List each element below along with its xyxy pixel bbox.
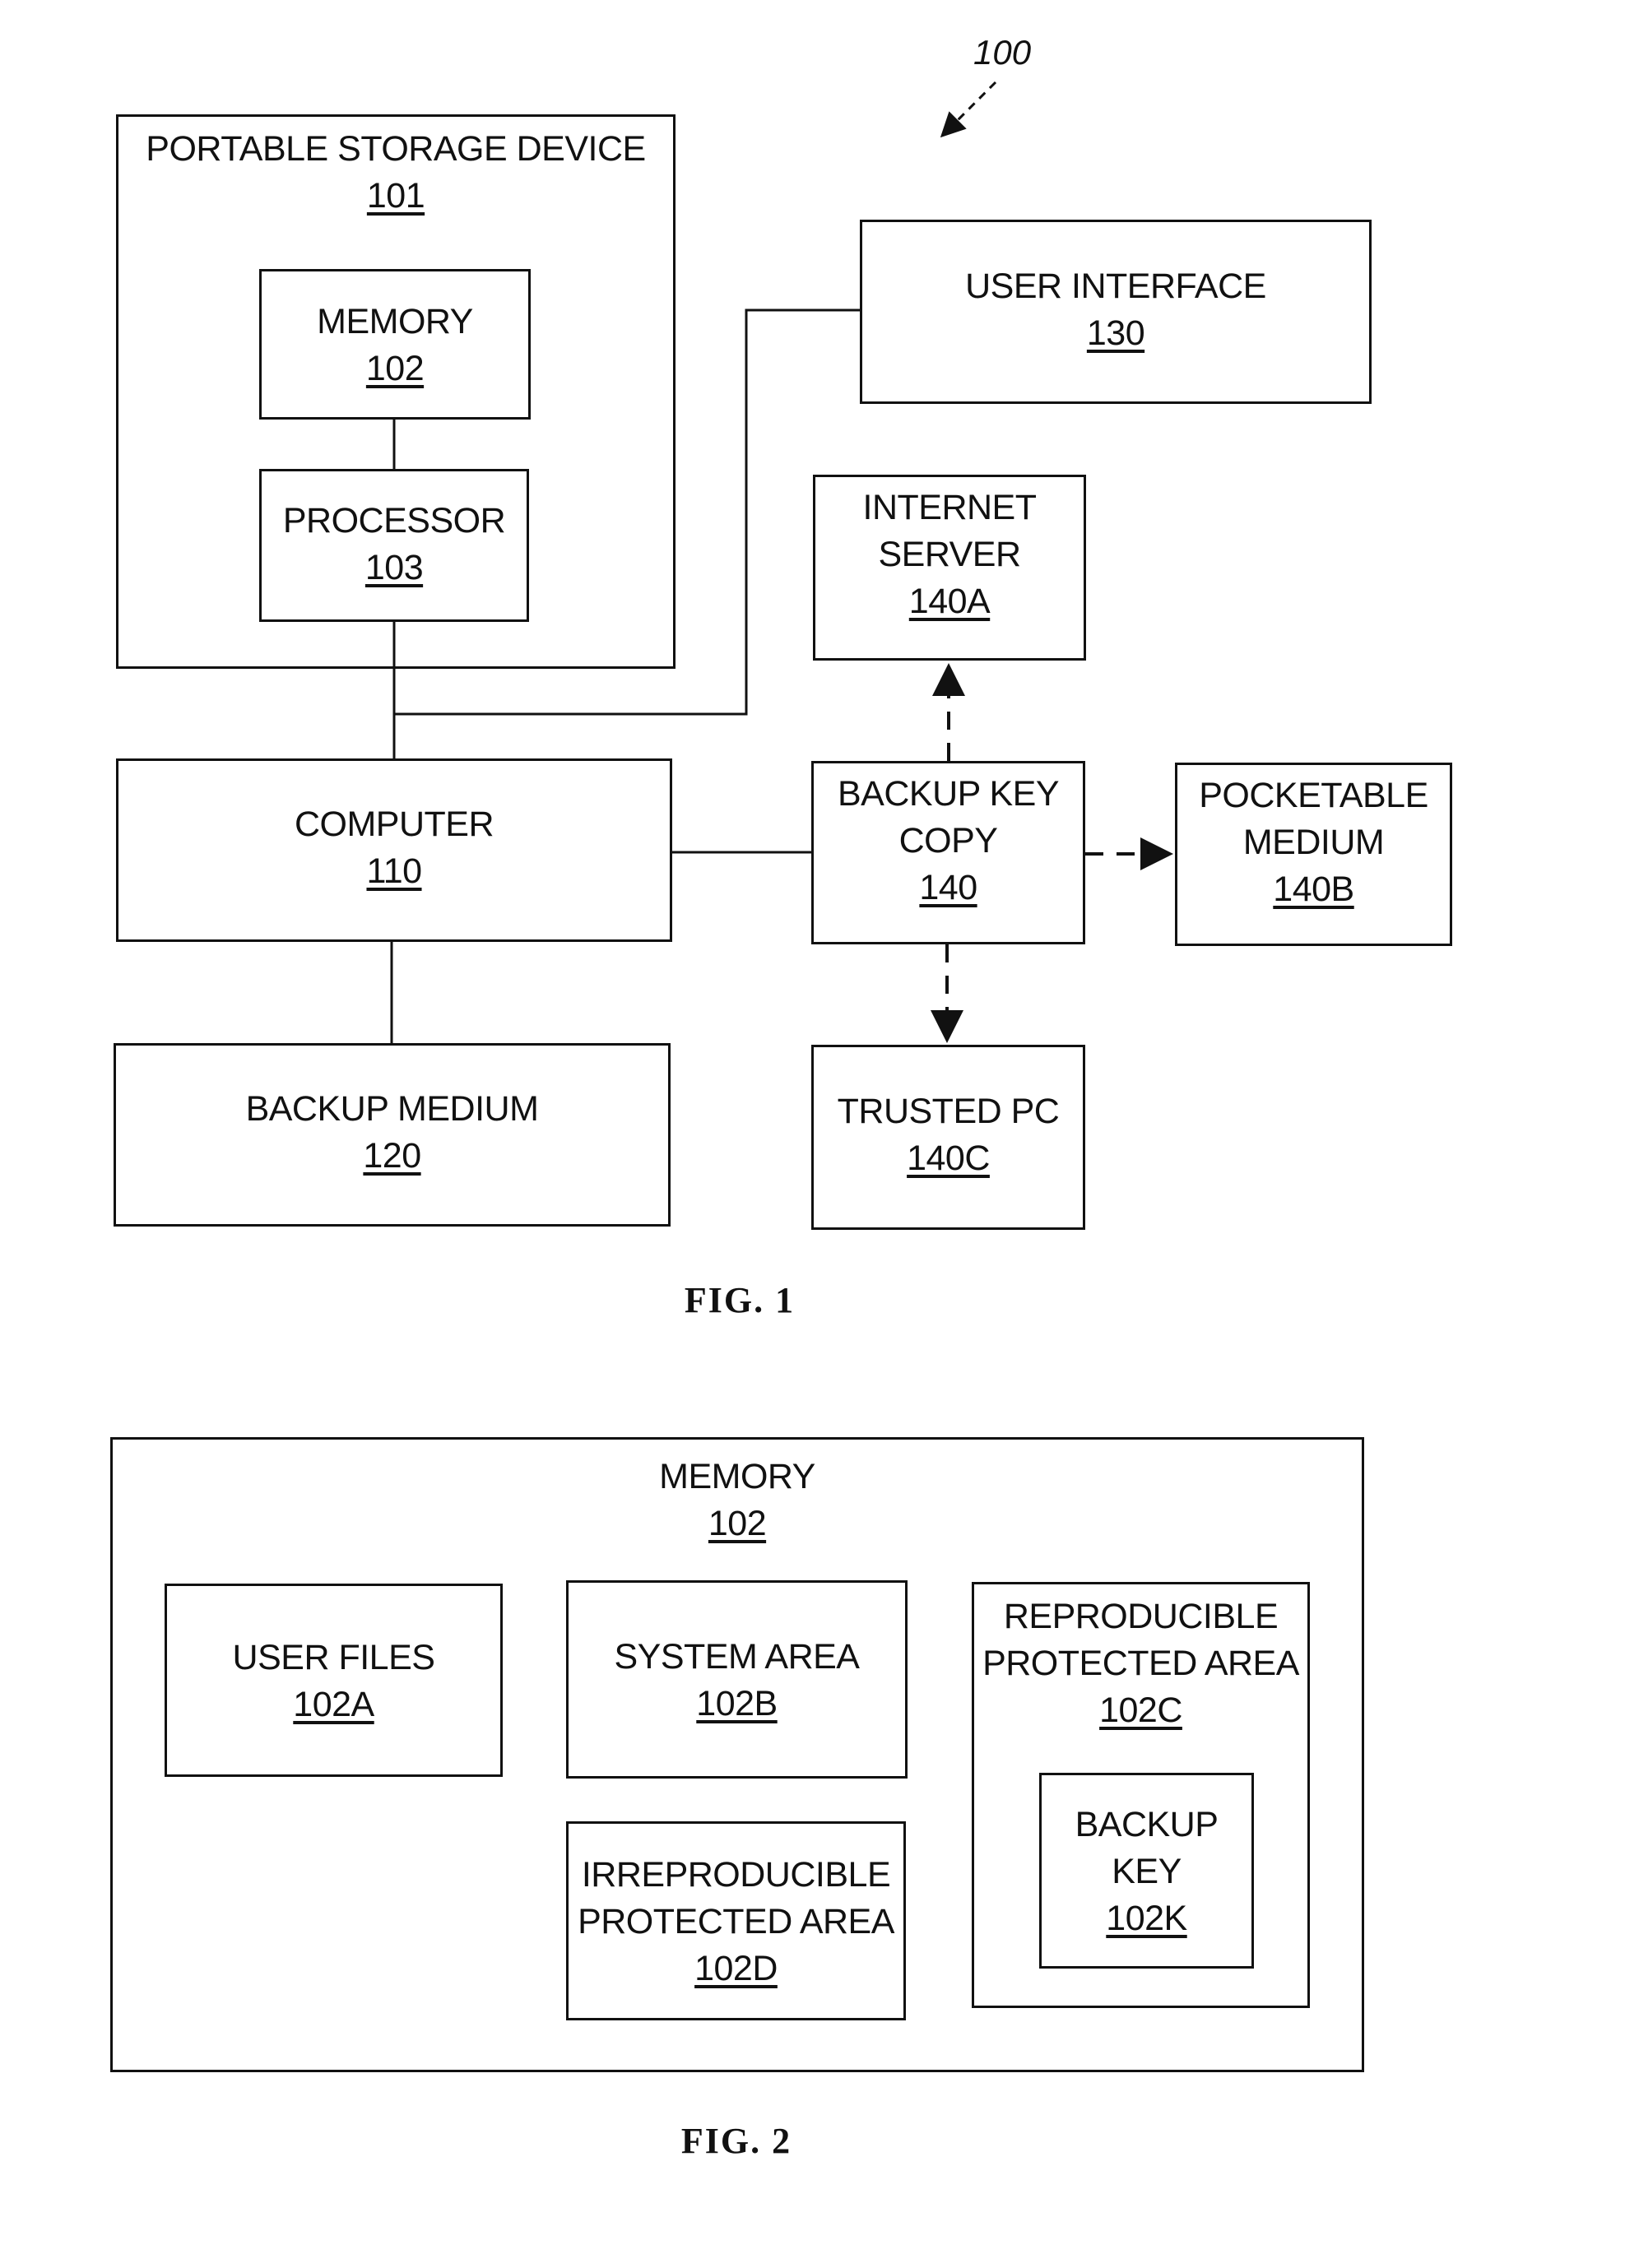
trusted-pc-box: TRUSTED PC 140C [811,1045,1085,1230]
user-interface-ref: 130 [1086,313,1145,353]
pocketable-medium-box: POCKETABLE MEDIUM 140B [1175,763,1452,946]
memory-label: MEMORY [317,302,473,341]
backup-key-copy-label-1: BACKUP KEY [837,774,1060,814]
ref-100-leader [940,81,997,138]
figure-2-caption: FIG. 2 [680,2121,792,2161]
trusted-pc-ref: 140C [907,1139,990,1178]
irreproducible-protected-area-box: IRREPRODUCIBLE PROTECTED AREA 102D [566,1821,906,2020]
memory-outer-ref: 102 [708,1504,767,1543]
user-files-ref: 102A [293,1685,374,1724]
user-interface-label: USER INTERFACE [965,267,1266,306]
user-interface-box: USER INTERFACE 130 [860,220,1372,404]
internet-server-label-1: INTERNET [862,488,1038,527]
figure-1-caption: FIG. 1 [684,1280,796,1320]
computer-label: COMPUTER [294,805,494,844]
reproducible-ref: 102C [1099,1691,1182,1730]
user-files-box: USER FILES 102A [165,1584,503,1777]
internet-server-box: INTERNET SERVER 140A [813,475,1086,661]
internet-server-label-2: SERVER [878,535,1021,574]
backup-key-copy-box: BACKUP KEY COPY 140 [811,761,1085,944]
processor-ref: 103 [364,548,424,587]
reproducible-label-2: PROTECTED AREA [982,1644,1299,1683]
backup-medium-box: BACKUP MEDIUM 120 [114,1043,671,1227]
trusted-pc-label: TRUSTED PC [837,1092,1060,1131]
pocketable-medium-label-2: MEDIUM [1242,823,1385,862]
irreproducible-label-2: PROTECTED AREA [578,1902,894,1941]
user-files-label: USER FILES [232,1638,435,1677]
backup-key-label-1: BACKUP [1075,1805,1219,1844]
system-area-box: SYSTEM AREA 102B [566,1580,908,1779]
backup-key-copy-ref: 140 [919,868,977,907]
backup-key-box: BACKUP KEY 102K [1039,1773,1254,1969]
computer-box: COMPUTER 110 [116,758,672,942]
memory-outer-label: MEMORY [659,1457,815,1496]
reproducible-label-1: REPRODUCIBLE [1003,1597,1279,1636]
irreproducible-label-1: IRREPRODUCIBLE [581,1855,891,1895]
portable-storage-device-ref: 101 [366,176,425,216]
backup-medium-label: BACKUP MEDIUM [245,1089,539,1129]
backup-medium-ref: 120 [363,1136,421,1176]
irreproducible-ref: 102D [694,1949,778,1988]
portable-storage-device-label: PORTABLE STORAGE DEVICE [146,129,646,169]
pocketable-medium-ref: 140B [1273,870,1354,909]
computer-ref: 110 [366,851,422,891]
figure-reference-number: 100 [973,33,1032,72]
backup-key-label-2: KEY [1112,1852,1182,1891]
pocketable-medium-label-1: POCKETABLE [1199,776,1428,815]
internet-server-ref: 140A [908,582,991,621]
system-area-ref: 102B [696,1684,778,1723]
backup-key-ref: 102K [1106,1899,1187,1938]
memory-box: MEMORY 102 [259,269,531,420]
system-area-label: SYSTEM AREA [614,1637,860,1677]
memory-ref: 102 [365,349,425,388]
backup-key-copy-label-2: COPY [898,821,998,860]
processor-box: PROCESSOR 103 [259,469,529,622]
processor-label: PROCESSOR [282,501,506,540]
